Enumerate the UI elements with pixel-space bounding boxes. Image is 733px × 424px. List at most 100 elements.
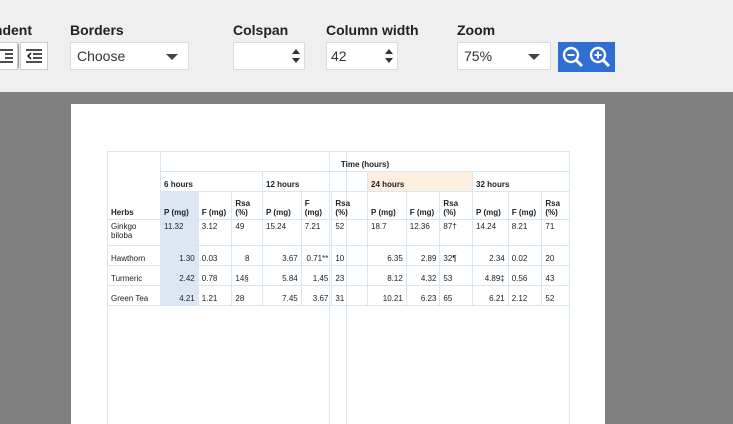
- column-header[interactable]: Rsa (%): [331, 191, 369, 220]
- table-cell[interactable]: 4.89‡: [472, 265, 509, 286]
- table-cell[interactable]: 8.12: [367, 265, 407, 286]
- table-cell[interactable]: 32¶: [439, 245, 474, 266]
- table-cell[interactable]: 15.24: [262, 219, 302, 246]
- column-header[interactable]: F (mg): [405, 191, 441, 220]
- table-cell[interactable]: 3.67: [300, 285, 333, 306]
- data-table[interactable]: Herbs Time (hours) 6 hours 12 hours 24 h…: [106, 151, 570, 306]
- table-cell[interactable]: 3.67: [262, 245, 302, 266]
- table-cell[interactable]: 4.32: [405, 265, 441, 286]
- borders-select[interactable]: Choose: [70, 42, 189, 70]
- table-cell[interactable]: 43: [541, 265, 570, 286]
- table-cell[interactable]: 0.78: [197, 265, 233, 286]
- zoom-out-button[interactable]: [560, 44, 586, 70]
- caption-header: Time (hours): [340, 160, 390, 169]
- column-header[interactable]: F (mg): [197, 191, 233, 220]
- herb-cell[interactable]: Green Tea: [106, 285, 162, 306]
- column-header[interactable]: P (mg): [262, 191, 302, 220]
- table-cell[interactable]: 0.56: [507, 265, 543, 286]
- table-cell[interactable]: 5.84: [262, 265, 302, 286]
- column-header[interactable]: P (mg): [472, 191, 509, 220]
- herb-cell[interactable]: Hawthorn: [106, 245, 162, 266]
- chevron-down-icon: [166, 54, 178, 60]
- group-header-cell[interactable]: 6 hours: [160, 171, 263, 192]
- table-cell[interactable]: 14§: [231, 265, 263, 286]
- table-cell[interactable]: 2.12: [507, 285, 543, 306]
- column-header[interactable]: F (mg): [507, 191, 543, 220]
- increment-arrow-icon[interactable]: [292, 49, 300, 54]
- table-row: Hawthorn 1.30 0.03 8 3.67 0.71** 10 6.35…: [106, 245, 570, 266]
- table-cell[interactable]: 0.03: [197, 245, 233, 266]
- table-cell[interactable]: 3.12: [197, 219, 233, 246]
- zoom-select[interactable]: 75%: [457, 42, 551, 70]
- caption-header-cell[interactable]: Time (hours): [160, 151, 570, 172]
- column-header[interactable]: F (mg): [300, 191, 333, 220]
- table-cell[interactable]: 7.21: [300, 219, 333, 246]
- increment-arrow-icon[interactable]: [385, 49, 393, 54]
- table-cell[interactable]: 2.34: [472, 245, 509, 266]
- table-row: Turmeric 2.42 0.78 14§ 5.84 1.45 23 8.12…: [106, 265, 570, 286]
- column-header[interactable]: P (mg): [160, 191, 199, 220]
- table-cell[interactable]: 1.30: [160, 245, 199, 266]
- table-cell[interactable]: 2.89: [405, 245, 441, 266]
- table-cell[interactable]: 23: [331, 265, 369, 286]
- row-header-cell[interactable]: Herbs: [106, 151, 162, 220]
- decrement-arrow-icon[interactable]: [385, 58, 393, 63]
- table-cell[interactable]: 20: [541, 245, 570, 266]
- table-cell[interactable]: 52: [541, 285, 570, 306]
- column-header[interactable]: Rsa (%): [541, 191, 570, 220]
- table-cell[interactable]: 1.45: [300, 265, 333, 286]
- table-row: Ginkgo biloba 11.32 3.12 49 15.24 7.21 5…: [106, 219, 570, 246]
- decrement-arrow-icon[interactable]: [292, 58, 300, 63]
- table-cell[interactable]: 52: [331, 219, 369, 246]
- toolbar: Indent Borders Choose Colspan Column wid…: [0, 0, 733, 92]
- table-cell[interactable]: 0.71**: [300, 245, 333, 266]
- zoom-label: Zoom: [457, 22, 496, 38]
- table-cell[interactable]: 53: [439, 265, 474, 286]
- table-cell[interactable]: 6.35: [367, 245, 407, 266]
- table-cell[interactable]: 65: [439, 285, 474, 306]
- table-cell[interactable]: 49: [231, 219, 263, 246]
- table-row: Green Tea 4.21 1.21 28 7.45 3.67 31 10.2…: [106, 285, 570, 306]
- table-cell[interactable]: 10.21: [367, 285, 407, 306]
- table-cell[interactable]: 87†: [439, 219, 474, 246]
- column-header[interactable]: Rsa (%): [439, 191, 474, 220]
- herb-cell[interactable]: Ginkgo biloba: [106, 219, 162, 246]
- table-cell[interactable]: 6.23: [405, 285, 441, 306]
- column-header[interactable]: P (mg): [367, 191, 407, 220]
- colspan-stepper[interactable]: [233, 42, 305, 70]
- group-header-cell[interactable]: 32 hours: [472, 171, 570, 192]
- group-header-cell[interactable]: 12 hours: [261, 171, 369, 192]
- group-header: 24 hours: [371, 180, 405, 189]
- table-cell[interactable]: 71: [541, 219, 570, 246]
- table-cell[interactable]: 4.21: [160, 285, 199, 306]
- row-header: Herbs: [111, 208, 134, 217]
- column-width-stepper[interactable]: 42: [326, 42, 398, 70]
- zoom-button-group: [558, 42, 615, 72]
- table-cell[interactable]: 14.24: [472, 219, 509, 246]
- zoom-in-button[interactable]: [587, 44, 613, 70]
- column-width-value: 42: [331, 48, 347, 64]
- group-header-cell[interactable]: 24 hours: [367, 171, 474, 192]
- herb-cell[interactable]: Turmeric: [106, 265, 162, 286]
- table-cell[interactable]: 8: [231, 245, 263, 266]
- table-cell[interactable]: 18.7: [367, 219, 407, 246]
- table-cell[interactable]: 12.36: [405, 219, 441, 246]
- table-cell[interactable]: 1.21: [197, 285, 233, 306]
- table-left-guide: [107, 294, 108, 424]
- indent-label: Indent: [0, 22, 32, 38]
- table-cell[interactable]: 6.21: [472, 285, 509, 306]
- table-cell[interactable]: 0.02: [507, 245, 543, 266]
- indent-button[interactable]: [0, 42, 18, 70]
- table-cell[interactable]: 7.45: [262, 285, 302, 306]
- table-cell[interactable]: 11.32: [160, 219, 199, 246]
- colspan-label: Colspan: [233, 22, 289, 38]
- table-cell[interactable]: 2.42: [160, 265, 199, 286]
- table-cell[interactable]: 10: [331, 245, 369, 266]
- table-cell[interactable]: 28: [231, 285, 263, 306]
- column-width-label: Column width: [326, 22, 419, 38]
- column-header[interactable]: Rsa (%): [231, 191, 263, 220]
- table-cell[interactable]: 31: [331, 285, 369, 306]
- outdent-button[interactable]: [20, 42, 48, 70]
- table-cell[interactable]: 8.21: [507, 219, 543, 246]
- zoom-in-icon: [589, 46, 611, 68]
